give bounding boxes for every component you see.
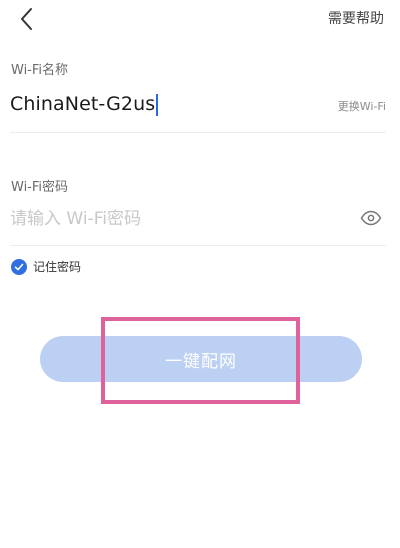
- help-link[interactable]: 需要帮助: [328, 8, 384, 28]
- highlight-annotation-box: [101, 317, 300, 404]
- text-caret: [156, 93, 159, 116]
- back-button[interactable]: [14, 6, 40, 32]
- check-icon: [14, 263, 24, 270]
- wifi-password-label: Wi-Fi密码: [11, 180, 69, 195]
- remember-password-checkbox[interactable]: 记住密码: [11, 258, 81, 275]
- remember-password-label: 记住密码: [33, 260, 82, 274]
- wifi-password-input[interactable]: [10, 204, 330, 234]
- eye-icon: [360, 210, 382, 226]
- divider: [10, 132, 386, 133]
- chevron-left-icon: [21, 8, 32, 30]
- wifi-name-field[interactable]: ChinaNet-G2us: [10, 93, 159, 116]
- change-wifi-link[interactable]: 更换Wi-Fi: [338, 98, 386, 114]
- wifi-name-label: Wi-Fi名称: [11, 63, 69, 78]
- checkbox-checked: [11, 258, 27, 275]
- toggle-password-visibility-button[interactable]: [360, 209, 382, 227]
- wifi-name-value: ChinaNet-G2us: [10, 93, 156, 115]
- divider: [10, 245, 386, 246]
